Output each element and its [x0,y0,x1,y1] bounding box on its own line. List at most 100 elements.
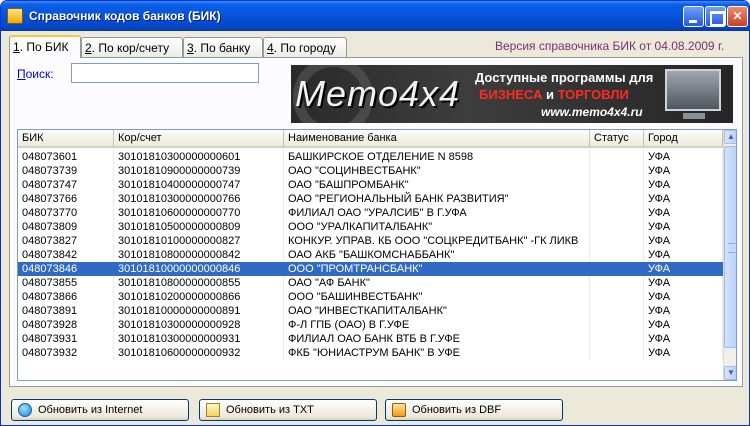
cell-account: 30101810300000000931 [114,332,284,346]
table-row[interactable]: 048073846 30101810000000000846 ООО "ПРОМТР… [18,262,723,276]
cell-status [590,290,644,304]
update-from-txt-button[interactable]: Обновить из TXT [199,399,377,421]
banner-logo: Memo4x4 [295,73,461,114]
column-header-bik[interactable]: БИК [18,130,114,148]
cell-bik: 048073747 [18,178,114,192]
update-from-internet-button[interactable]: Обновить из Internet [11,399,189,421]
scroll-up-icon[interactable]: ▲ [724,130,736,144]
cell-bank-name: ООО "БАШИНВЕСТБАНК" [284,290,590,304]
vertical-scrollbar[interactable]: ▲ ▼ [723,130,736,380]
column-header-account[interactable]: Кор/счет [114,130,284,148]
table-row[interactable]: 048073739 30101810900000000739 ОАО "СОЦИНВ… [18,164,723,178]
cell-status [590,234,644,248]
cell-bank-name: ОАО "БАШПРОМБАНК" [284,178,590,192]
scroll-down-icon[interactable]: ▼ [724,366,736,380]
cell-account: 30101810000000000891 [114,304,284,318]
table-row[interactable]: 048073866 30101810200000000866 ООО "БАШИНВ… [18,290,723,304]
text-file-icon [206,403,220,417]
tab-by-bank[interactable]: 3. По банку [183,37,263,57]
cell-account: 30101810400000000747 [114,178,284,192]
cell-status [590,318,644,332]
tab-by-bik-label: . По БИК [19,40,69,54]
cell-bik: 048073770 [18,206,114,220]
update-from-dbf-button[interactable]: Обновить из DBF [385,399,563,421]
table-row[interactable]: 048073842 30101810800000000842 ОАО АКБ "БА… [18,248,723,262]
search-input[interactable] [71,63,259,83]
banner-and: и [542,87,558,102]
cell-city: УФА [644,332,723,346]
close-button[interactable]: ✕ [727,6,748,27]
cell-status [590,164,644,178]
cell-bik: 048073842 [18,248,114,262]
cell-status [590,192,644,206]
table-row[interactable]: 048073770 30101810600000000770 ФИЛИАЛ ОАО … [18,206,723,220]
table-row[interactable]: 048073931 30101810300000000931 ФИЛИАЛ ОАО … [18,332,723,346]
cell-bank-name: ОАО "СОЦИНВЕСТБАНК" [284,164,590,178]
search-label-text: оиск: [25,67,54,81]
cell-bank-name: ОАО АКБ "БАШКОМСНАББАНК" [284,248,590,262]
cell-city: УФА [644,318,723,332]
minimize-button[interactable] [683,6,704,27]
table-row[interactable]: 048073891 30101810000000000891 ОАО "ИНВЕСТ… [18,304,723,318]
cell-city: УФА [644,178,723,192]
banner-url: www.memo4x4.ru [541,105,643,119]
column-header-city[interactable]: Город [644,130,723,148]
cell-bik: 048073928 [18,318,114,332]
banner-line-1: Доступные программы для [475,70,654,85]
table-row[interactable]: 048073747 30101810400000000747 ОАО "БАШПРО… [18,178,723,192]
cell-account: 30101810800000000842 [114,248,284,262]
tab-by-city-num: 4 [267,41,274,55]
table-row[interactable]: 048073855 30101810800000000855 ОАО "АФ БАН… [18,276,723,290]
cell-account: 30101810300000000601 [114,150,284,164]
monitor-icon [665,69,721,119]
table-row[interactable]: 048073827 30101810100000000827 КОНКУР. УПР… [18,234,723,248]
advertising-banner[interactable]: Memo4x4 Доступные программы для БИЗНЕСА … [291,65,733,123]
update-from-dbf-label: Обновить из DBF [412,404,502,416]
cell-bik: 048073932 [18,346,114,360]
table-row[interactable]: 048073932 30101810600000000932 ФКБ "ЮНИАСТ… [18,346,723,360]
cell-status [590,276,644,290]
cell-city: УФА [644,262,723,276]
cell-city: УФА [644,206,723,220]
cell-bank-name: КОНКУР. УПРАВ. КБ ООО "СОЦКРЕДИТБАНК" -Г… [284,234,590,248]
cell-bank-name: ОАО "ИНВЕСТКАПИТАЛБАНК" [284,304,590,318]
maximize-button[interactable] [705,6,726,27]
cell-bik: 048073891 [18,304,114,318]
banner-line-2: БИЗНЕСА и ТОРГОВЛИ [479,87,629,102]
tab-by-account[interactable]: 2. По кор/счету [81,37,183,57]
title-bar[interactable]: Справочник кодов банков (БИК) ✕ [1,1,749,31]
scroll-thumb[interactable] [724,146,736,348]
cell-bank-name: БАШКИРСКОЕ ОТДЕЛЕНИЕ N 8598 [284,150,590,164]
cell-city: УФА [644,248,723,262]
cell-account: 30101810300000000928 [114,318,284,332]
update-from-txt-label: Обновить из TXT [226,404,314,416]
banner-trade: ТОРГОВЛИ [557,87,629,102]
banks-table[interactable]: БИК Кор/счет Наименование банка Статус Г… [17,129,737,381]
cell-bank-name: Ф-Л ГПБ (ОАО) В Г.УФЕ [284,318,590,332]
table-header: БИК Кор/счет Наименование банка Статус Г… [18,130,723,148]
cell-account: 30101810500000000809 [114,220,284,234]
cell-bik: 048073739 [18,164,114,178]
cell-bank-name: ФИЛИАЛ ОАО "УРАЛСИБ" В Г.УФА [284,206,590,220]
cell-status [590,150,644,164]
table-row[interactable]: 048073928 30101810300000000928 Ф-Л ГПБ (ОА… [18,318,723,332]
column-header-status[interactable]: Статус [590,130,644,148]
table-row[interactable]: 048073766 30101810300000000766 ОАО "РЕГИОН… [18,192,723,206]
tab-by-city[interactable]: 4. По городу [263,37,347,57]
cell-account: 30101810200000000866 [114,290,284,304]
cell-bik: 048073866 [18,290,114,304]
cell-city: УФА [644,220,723,234]
table-row[interactable]: 048073601 30101810300000000601 БАШКИРСКОЕ … [18,150,723,164]
tab-by-bik[interactable]: 1. По БИК [9,35,81,58]
cell-bank-name: ООО "УРАЛКАПИТАЛБАНК" [284,220,590,234]
cell-bank-name: ФИЛИАЛ ОАО БАНК ВТБ В Г.УФЕ [284,332,590,346]
search-label: Поиск: [17,67,54,81]
cell-city: УФА [644,304,723,318]
column-header-bank-name[interactable]: Наименование банка [284,130,590,148]
cell-city: УФА [644,192,723,206]
cell-bik: 048073827 [18,234,114,248]
cell-status [590,248,644,262]
cell-status [590,206,644,220]
table-row[interactable]: 048073809 30101810500000000809 ООО "УРАЛКА… [18,220,723,234]
cell-city: УФА [644,150,723,164]
